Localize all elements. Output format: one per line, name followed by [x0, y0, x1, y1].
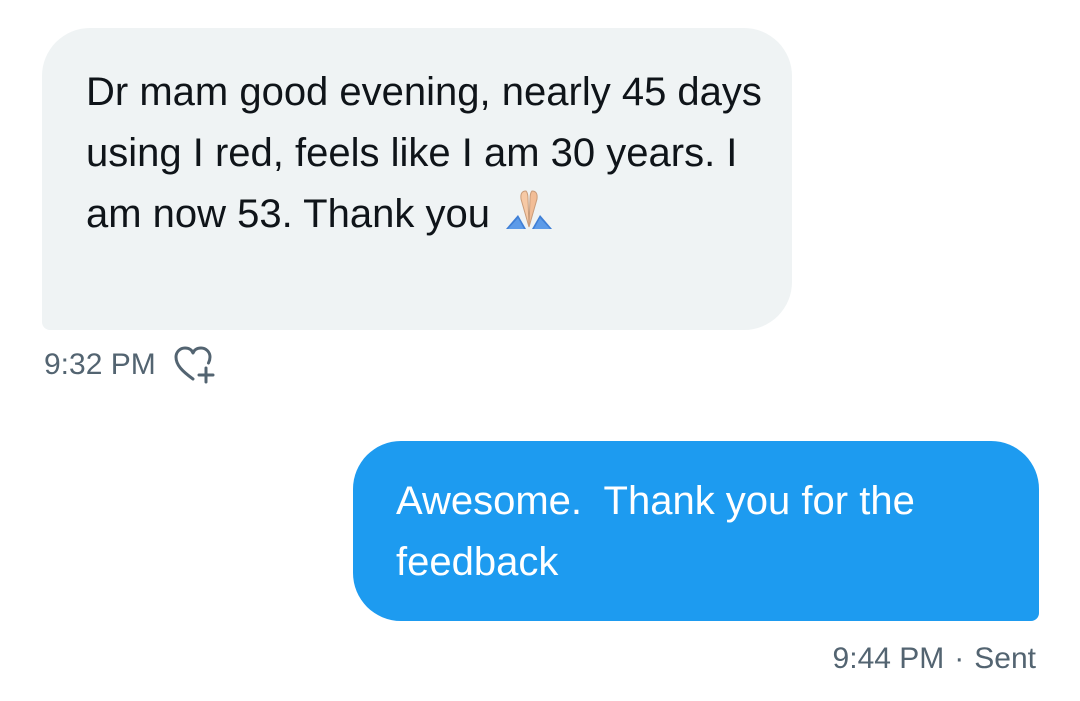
sent-message-meta: 9:44 PM · Sent	[833, 641, 1036, 677]
meta-separator: ·	[954, 642, 965, 675]
received-timestamp: 9:32 PM	[44, 348, 156, 381]
sent-status: Sent	[974, 642, 1036, 675]
folded-hands-emoji	[505, 190, 552, 229]
received-message-bubble[interactable]: Dr mam good evening, nearly 45 days usin…	[42, 28, 792, 330]
sent-timestamp: 9:44 PM	[832, 642, 945, 675]
received-message-text: Dr mam good evening, nearly 45 days usin…	[86, 70, 762, 236]
heart-plus-icon[interactable]	[172, 345, 218, 385]
received-message-meta: 9:32 PM	[44, 345, 218, 385]
sent-message-bubble[interactable]: Awesome. Thank you for the feedback	[353, 441, 1039, 621]
sent-message-text: Awesome. Thank you for the feedback	[396, 479, 926, 584]
